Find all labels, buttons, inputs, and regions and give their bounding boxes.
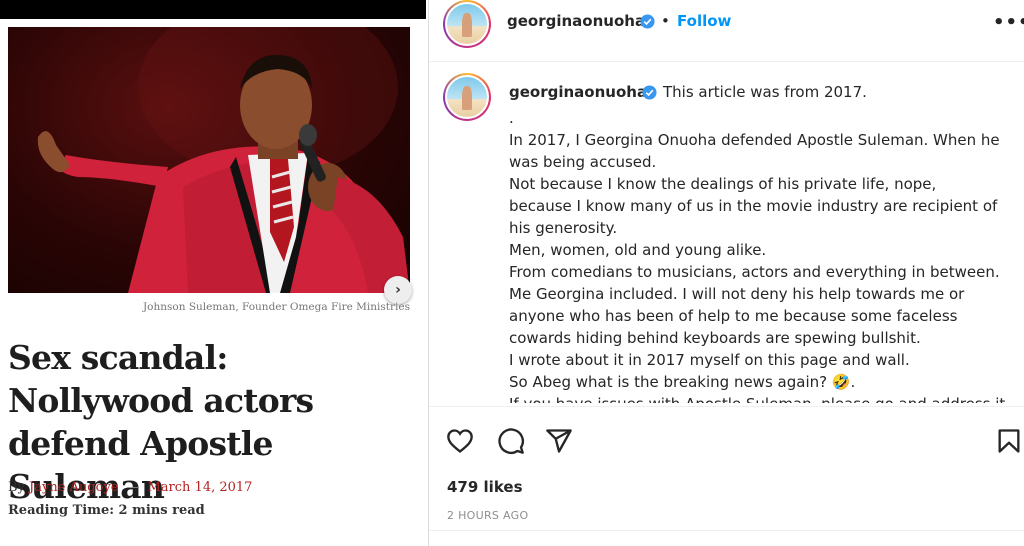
article-photo bbox=[8, 27, 410, 293]
post-header: georginaonuoha • Follow ••• bbox=[429, 0, 1024, 62]
byline-prefix: By bbox=[8, 480, 25, 495]
caption-avatar[interactable] bbox=[443, 73, 491, 121]
caption-line: . bbox=[509, 109, 514, 127]
avatar[interactable] bbox=[443, 0, 491, 48]
caption-line: Me Georgina included. I will not deny hi… bbox=[509, 285, 965, 303]
caption-line: I wrote about it in 2017 myself on this … bbox=[509, 351, 910, 369]
caption-body: . In 2017, I Georgina Onuoha defended Ap… bbox=[509, 107, 1009, 403]
action-bar bbox=[429, 406, 1024, 474]
bookmark-icon[interactable] bbox=[995, 427, 1023, 455]
top-black-bar bbox=[0, 0, 426, 19]
carousel-next-button[interactable]: › bbox=[384, 276, 412, 304]
caption-first-line: This article was from 2017. bbox=[663, 83, 867, 101]
heart-icon[interactable] bbox=[446, 427, 474, 455]
byline-separator: — bbox=[126, 480, 140, 495]
header-username[interactable]: georginaonuoha bbox=[507, 12, 645, 30]
reading-time: Reading Time: 2 mins read bbox=[8, 503, 205, 518]
chevron-right-icon: › bbox=[395, 282, 401, 298]
speaker-illustration bbox=[37, 27, 410, 293]
byline: By Jayne Augoye — March 14, 2017 bbox=[8, 480, 252, 495]
caption-line: From comedians to musicians, actors and … bbox=[509, 263, 1000, 281]
caption-line: was being accused. bbox=[509, 153, 657, 171]
article-date[interactable]: March 14, 2017 bbox=[148, 480, 253, 495]
divider bbox=[429, 530, 1024, 531]
image-caption: Johnson Suleman, Founder Omega Fire Mini… bbox=[142, 301, 410, 313]
post-timestamp[interactable]: 2 HOURS AGO bbox=[447, 509, 528, 522]
caption-line: In 2017, I Georgina Onuoha defended Apos… bbox=[509, 131, 1000, 149]
caption-line: because I know many of us in the movie i… bbox=[509, 197, 998, 215]
caption-line: his generosity. bbox=[509, 219, 618, 237]
share-icon[interactable] bbox=[545, 427, 573, 455]
follow-button[interactable]: Follow bbox=[677, 12, 731, 30]
comment-icon[interactable] bbox=[497, 427, 525, 455]
caption-line: anyone who has been of help to me becaus… bbox=[509, 307, 958, 325]
verified-badge-icon bbox=[640, 14, 655, 29]
caption-line: So Abeg what is the breaking news again?… bbox=[509, 373, 856, 391]
verified-badge-icon bbox=[642, 85, 657, 100]
caption-line: If you have issues with Apostle Suleman,… bbox=[509, 393, 1009, 403]
caption-line: Men, women, old and young alike. bbox=[509, 241, 767, 259]
likes-count[interactable]: 479 likes bbox=[447, 478, 523, 496]
header-dot: • bbox=[661, 12, 670, 30]
more-options-icon[interactable]: ••• bbox=[993, 12, 1024, 33]
caption-area: georginaonuoha This article was from 201… bbox=[429, 63, 1024, 403]
instagram-post-panel: georginaonuoha • Follow ••• georginaonuo… bbox=[428, 0, 1024, 546]
caption-line: cowards hiding behind keyboards are spew… bbox=[509, 329, 921, 347]
caption-line: Not because I know the dealings of his p… bbox=[509, 175, 937, 193]
article-panel: › Johnson Suleman, Founder Omega Fire Mi… bbox=[0, 0, 426, 546]
caption-username[interactable]: georginaonuoha bbox=[509, 83, 647, 101]
author-link[interactable]: Jayne Augoye bbox=[29, 480, 118, 495]
